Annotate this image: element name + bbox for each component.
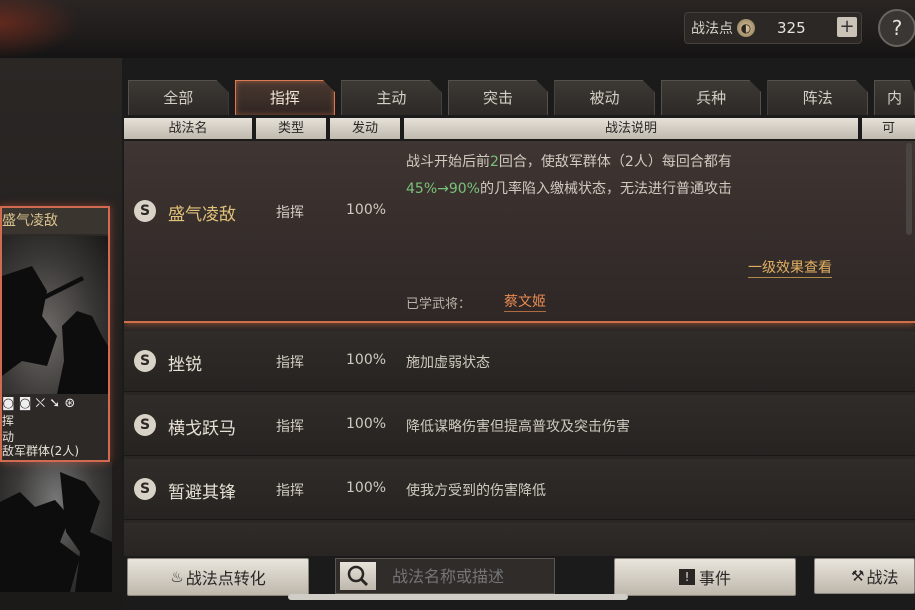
skill-desc-line1: 战斗开始后前2回合，使敌军群体（2人）每回合都有 bbox=[406, 151, 732, 171]
skill-list: S 盛气凌敌 指挥 100% 战斗开始后前2回合，使敌军群体（2人）每回合都有 … bbox=[124, 141, 915, 556]
card-artwork bbox=[2, 236, 108, 394]
skill-name: 横戈跃马 bbox=[168, 419, 236, 439]
card-title: 盛气凌敌 bbox=[2, 208, 108, 234]
skill-rate: 100% bbox=[346, 416, 387, 432]
desc-text: 战斗开始后前 bbox=[406, 154, 490, 170]
category-tabs: 全部 指挥 主动 突击 被动 兵种 阵法 内 bbox=[128, 80, 915, 116]
grade-s-badge: S bbox=[134, 414, 156, 436]
home-indicator[interactable] bbox=[288, 594, 628, 600]
tab-command[interactable]: 指挥 bbox=[234, 80, 336, 115]
events-button[interactable]: ! 事件 bbox=[614, 558, 796, 596]
column-header-desc: 战法说明 bbox=[404, 118, 858, 139]
column-header-type[interactable]: 类型 bbox=[256, 118, 326, 139]
column-header-more[interactable]: 可 bbox=[862, 118, 915, 139]
desc-rounds: 2 bbox=[490, 154, 499, 170]
tab-formation[interactable]: 阵法 bbox=[767, 80, 868, 115]
learned-general-name[interactable]: 蔡文姬 bbox=[504, 291, 546, 312]
convert-points-label: 战法点转化 bbox=[185, 569, 266, 588]
battle-points-display: 战法点 ◐ 325 + bbox=[684, 12, 862, 44]
skill-type: 指挥 bbox=[276, 419, 304, 435]
help-button[interactable]: ? bbox=[878, 9, 915, 47]
grade-s-badge: S bbox=[134, 350, 156, 372]
effect-detail-link[interactable]: 一级效果查看 bbox=[748, 257, 832, 278]
skill-desc: 施加虚弱状态 bbox=[406, 355, 490, 371]
skill-row[interactable]: S 暂避其锋 指挥 100% 使我方受到的伤害降低 bbox=[124, 459, 915, 520]
points-label: 战法点 bbox=[691, 21, 733, 37]
skill-row[interactable]: S 横戈跃马 指挥 100% 降低谋略伤害但提高普攻及突击伤害 bbox=[124, 395, 915, 456]
column-header-name[interactable]: 战法名 bbox=[124, 118, 252, 139]
convert-points-button[interactable]: ♨ 战法点转化 bbox=[127, 558, 309, 596]
tab-troop[interactable]: 兵种 bbox=[660, 80, 762, 115]
battle-skill-label: 战法 bbox=[866, 568, 899, 587]
tab-assault[interactable]: 突击 bbox=[447, 80, 549, 115]
tab-all[interactable]: 全部 bbox=[128, 80, 229, 115]
skill-type: 指挥 bbox=[276, 205, 304, 221]
event-icon: ! bbox=[678, 569, 695, 585]
list-scrollbar[interactable] bbox=[906, 143, 912, 235]
search-button[interactable] bbox=[340, 562, 376, 590]
skill-desc-line2: 45%→90%的几率陷入缴械状态，无法进行普通攻击 bbox=[406, 178, 732, 198]
skill-card[interactable]: 盛气凌敌 ◙ ◙ ⛌ ➘ ⊛ 挥 动 敌军群体(2人) bbox=[0, 206, 110, 462]
desc-text: 的几率陷入缴械状态，无法进行普通攻击 bbox=[479, 181, 732, 197]
skill-type: 指挥 bbox=[276, 483, 304, 499]
desc-text: 回合，使敌军群体（2人）每回合都有 bbox=[498, 154, 732, 170]
card-line-3: 敌军群体(2人) bbox=[2, 444, 79, 458]
skill-type: 指挥 bbox=[276, 355, 304, 371]
skill-name: 挫锐 bbox=[168, 355, 202, 375]
skill-rate: 100% bbox=[346, 202, 387, 218]
tab-passive[interactable]: 被动 bbox=[554, 80, 655, 115]
skill-row-selected[interactable]: S 盛气凌敌 指挥 100% 战斗开始后前2回合，使敌军群体（2人）每回合都有 … bbox=[124, 141, 915, 323]
search-box[interactable] bbox=[335, 558, 555, 595]
tab-internal[interactable]: 内 bbox=[873, 80, 915, 115]
tab-active[interactable]: 主动 bbox=[341, 80, 442, 115]
card-line-1: 挥 bbox=[2, 414, 15, 428]
grade-s-badge: S bbox=[134, 478, 156, 500]
skill-desc: 降低谋略伤害但提高普攻及突击伤害 bbox=[406, 419, 630, 435]
coin-icon: ◐ bbox=[737, 19, 755, 37]
hammer-icon: ⚒ bbox=[851, 567, 865, 585]
events-label: 事件 bbox=[698, 569, 731, 588]
points-value: 325 bbox=[777, 19, 806, 37]
skill-name: 暂避其锋 bbox=[168, 483, 236, 503]
column-header-rate[interactable]: 发动 bbox=[330, 118, 400, 139]
search-input[interactable] bbox=[390, 559, 554, 595]
general-artwork bbox=[0, 462, 112, 592]
skill-name: 盛气凌敌 bbox=[168, 205, 236, 225]
skill-rate: 100% bbox=[346, 352, 387, 368]
flame-icon: ♨ bbox=[170, 568, 184, 586]
grade-s-badge: S bbox=[134, 200, 156, 222]
learned-general-label: 已学武将： bbox=[406, 297, 472, 312]
skill-rate: 100% bbox=[346, 480, 387, 496]
skill-row-partial[interactable] bbox=[124, 523, 915, 556]
battle-skill-button[interactable]: ⚒ 战法 bbox=[814, 558, 915, 594]
desc-percent: 45%→90% bbox=[406, 181, 480, 197]
skill-desc: 使我方受到的伤害降低 bbox=[406, 483, 546, 499]
search-icon bbox=[347, 565, 369, 587]
add-points-button[interactable]: + bbox=[837, 17, 857, 37]
skill-row[interactable]: S 挫锐 指挥 100% 施加虚弱状态 bbox=[124, 331, 915, 392]
top-glow bbox=[0, 0, 80, 58]
